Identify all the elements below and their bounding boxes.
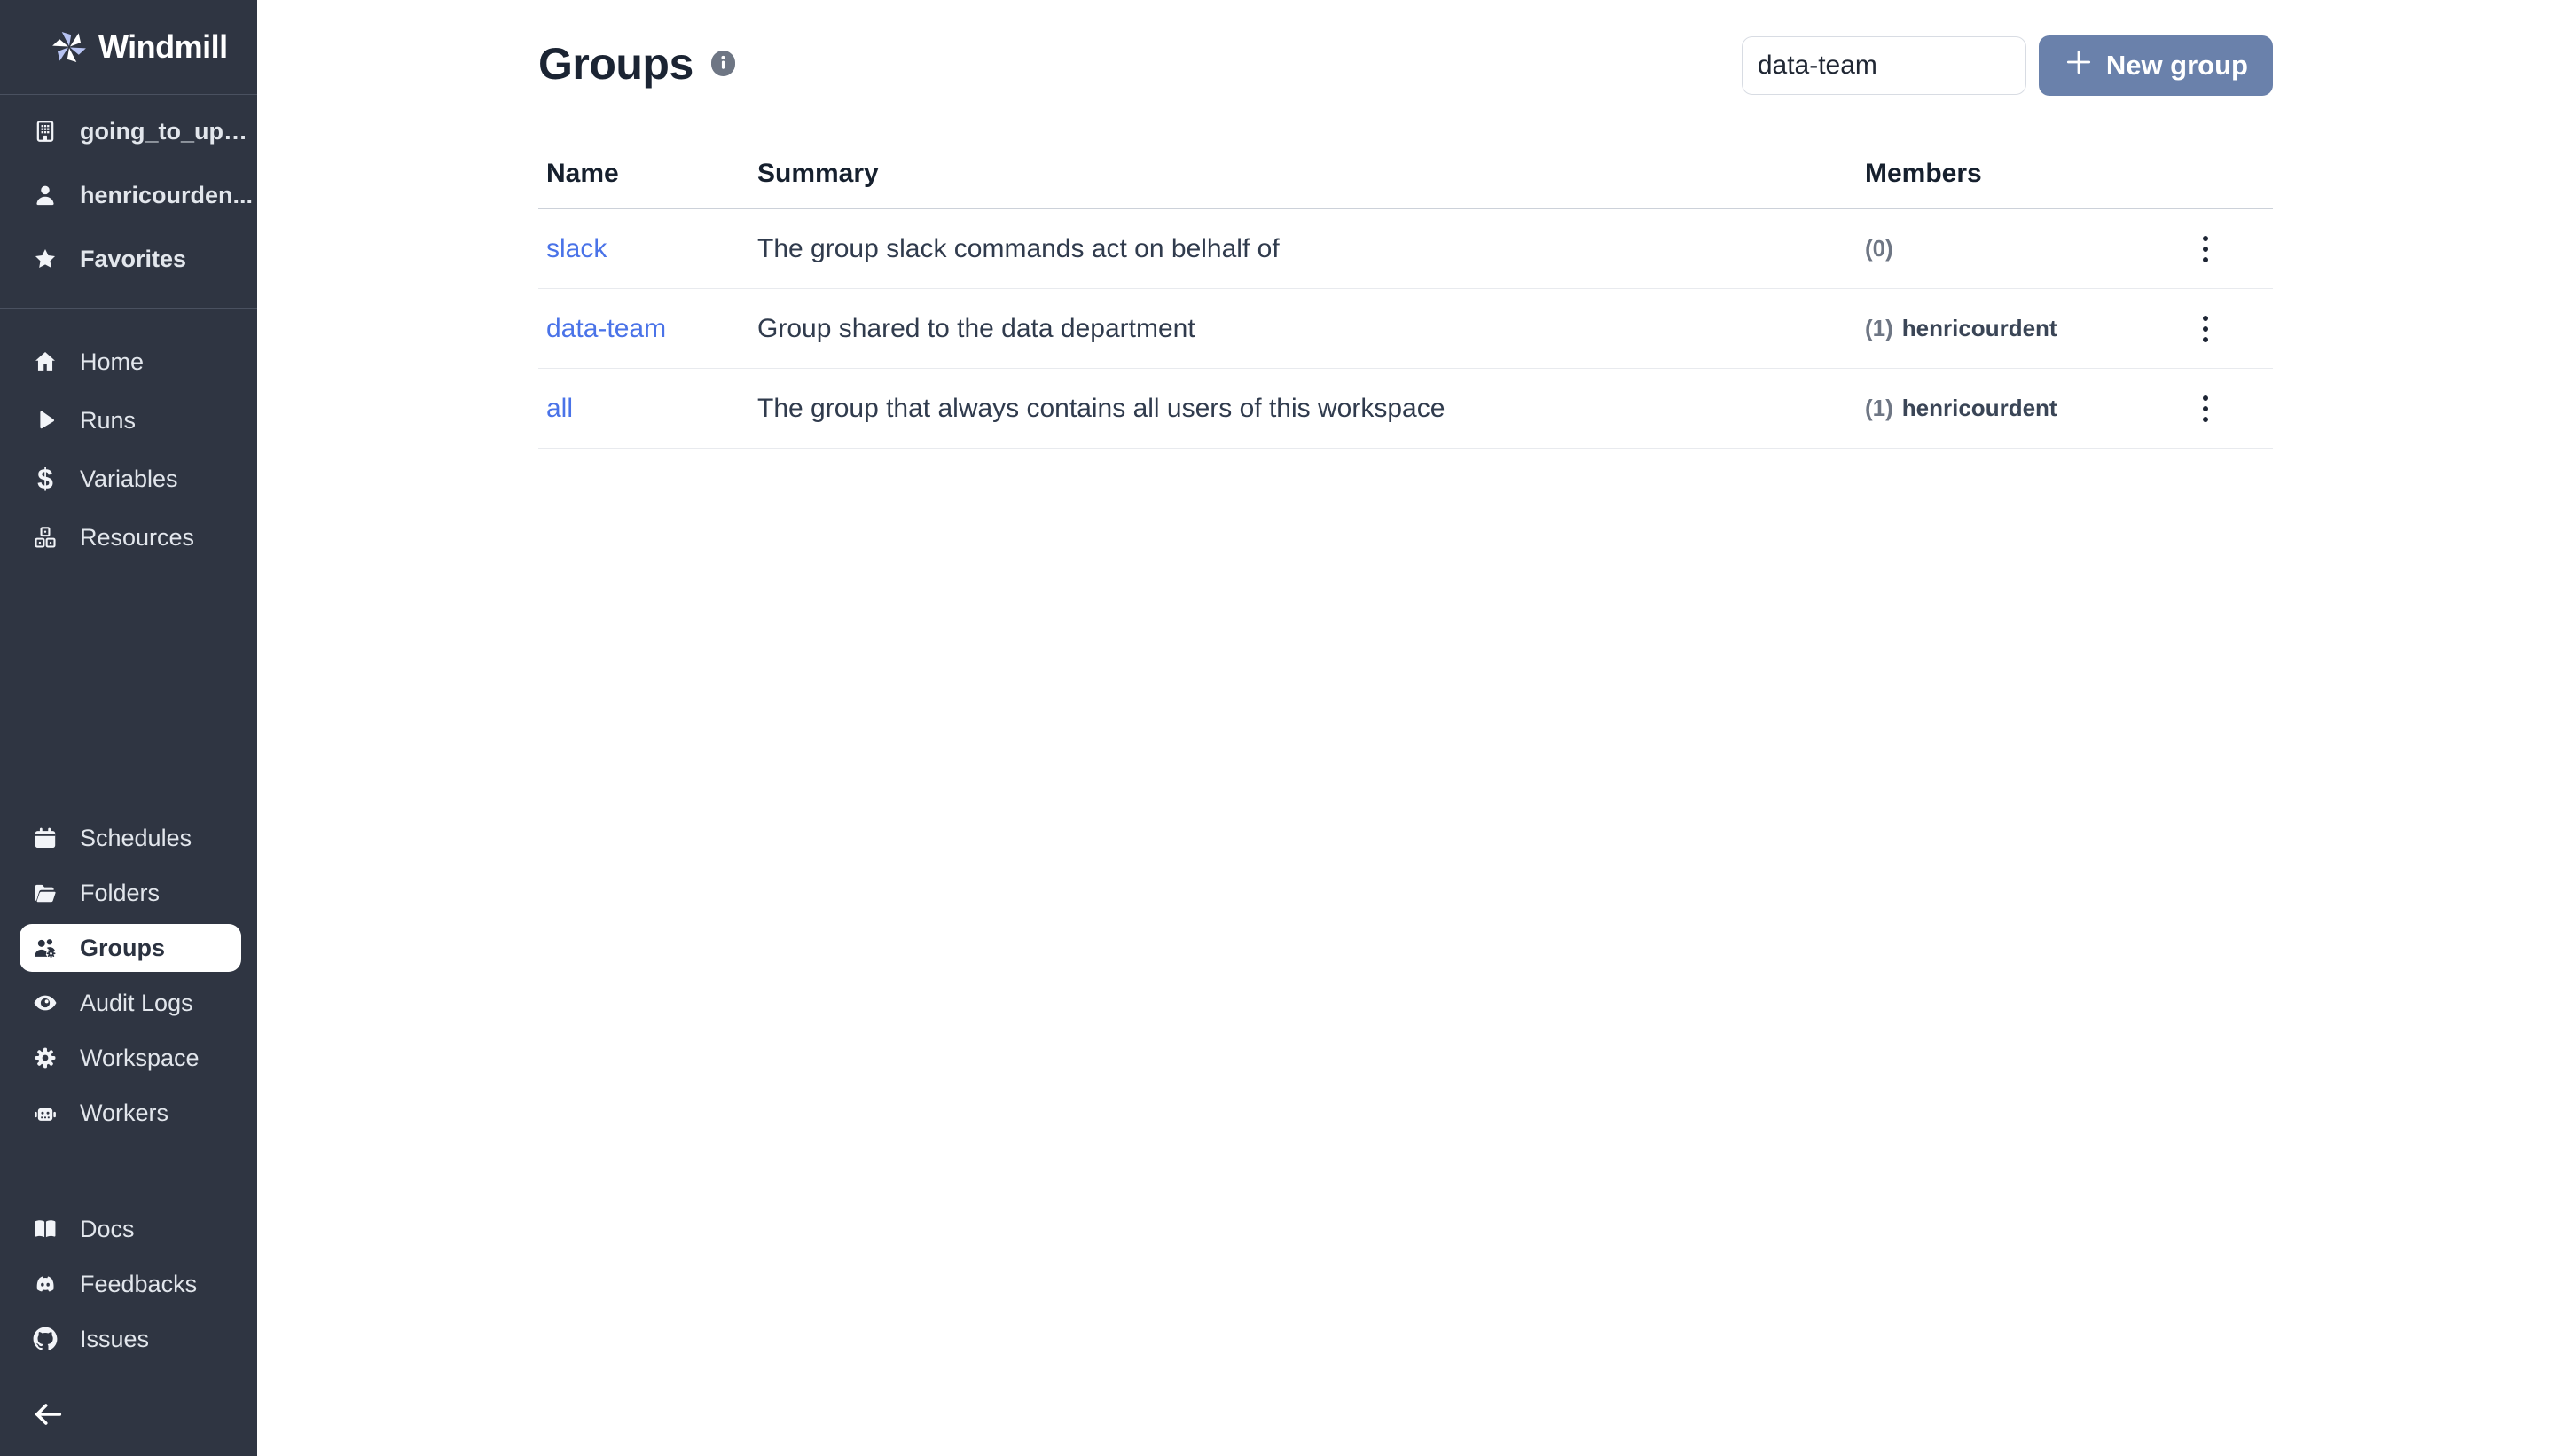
table-header: Name Summary Members xyxy=(538,138,2273,209)
building-icon xyxy=(32,118,59,145)
members-count: (0) xyxy=(1865,235,1893,262)
row-menu-button[interactable] xyxy=(2181,224,2230,274)
sidebar-item-folders[interactable]: Folders xyxy=(0,865,257,920)
collapse-sidebar-button[interactable] xyxy=(23,1389,73,1442)
groups-table: Name Summary Members slack The group sla… xyxy=(538,138,2273,449)
robot-icon xyxy=(32,1100,59,1126)
kebab-icon xyxy=(2203,236,2208,262)
sidebar-help-nav: Docs Feedbacks Issues xyxy=(0,1202,257,1366)
kebab-icon xyxy=(2203,316,2208,342)
sidebar-item-variables[interactable]: $ Variables xyxy=(0,450,257,508)
book-open-icon xyxy=(32,1216,59,1242)
table-row: slack The group slack commands act on be… xyxy=(538,209,2273,289)
sidebar-item-resources[interactable]: Resources xyxy=(0,508,257,567)
user-icon xyxy=(32,182,59,208)
new-group-button[interactable]: New group xyxy=(2039,35,2273,96)
members-names: henricourdent xyxy=(1902,315,2057,341)
column-header-summary: Summary xyxy=(757,159,1865,189)
home-icon xyxy=(32,348,59,375)
workspace-name: going_to_upg... xyxy=(80,118,257,145)
group-summary: The group that always contains all users… xyxy=(757,394,1865,424)
boxes-icon xyxy=(32,524,59,551)
star-icon xyxy=(32,246,59,272)
sidebar-item-issues[interactable]: Issues xyxy=(0,1311,257,1366)
sidebar-item-audit-logs[interactable]: Audit Logs xyxy=(0,975,257,1030)
kebab-icon xyxy=(2203,395,2208,422)
users-cog-icon xyxy=(32,935,59,961)
group-link[interactable]: slack xyxy=(546,234,607,263)
arrow-left-icon xyxy=(30,1397,66,1435)
sidebar-item-docs[interactable]: Docs xyxy=(0,1202,257,1256)
sidebar: Windmill going_to_upg... henricourden...… xyxy=(0,0,257,1456)
gear-icon xyxy=(32,1045,59,1071)
sidebar-item-workspace-switcher[interactable]: going_to_upg... xyxy=(0,99,257,163)
discord-icon xyxy=(32,1271,59,1297)
page-header: Groups xyxy=(538,32,735,96)
eye-icon xyxy=(32,990,59,1016)
github-icon xyxy=(32,1326,59,1352)
sidebar-item-feedbacks[interactable]: Feedbacks xyxy=(0,1256,257,1311)
group-members: (1) henricourdent xyxy=(1865,315,2137,342)
page-title: Groups xyxy=(538,38,693,90)
sidebar-main-nav: Home Runs $ Variables Resources xyxy=(0,333,257,567)
members-names: henricourdent xyxy=(1902,395,2057,421)
sidebar-item-runs[interactable]: Runs xyxy=(0,391,257,450)
calendar-icon xyxy=(32,825,59,851)
group-summary: The group slack commands act on belhalf … xyxy=(757,234,1865,264)
sidebar-item-schedules[interactable]: Schedules xyxy=(0,810,257,865)
group-link[interactable]: data-team xyxy=(546,314,666,343)
group-summary: Group shared to the data department xyxy=(757,314,1865,344)
table-row: data-team Group shared to the data depar… xyxy=(538,289,2273,369)
info-button[interactable] xyxy=(711,52,735,76)
info-icon xyxy=(711,51,735,77)
user-name: henricourden... xyxy=(80,182,253,209)
plus-icon xyxy=(2064,47,2094,84)
sidebar-item-workspace-settings[interactable]: Workspace xyxy=(0,1030,257,1085)
app-name: Windmill xyxy=(98,28,228,66)
main-content: Groups New group Name Summary Members sl… xyxy=(257,0,2554,1456)
group-link[interactable]: all xyxy=(546,394,573,423)
column-header-name: Name xyxy=(538,159,757,189)
column-header-members: Members xyxy=(1865,159,2137,189)
sidebar-item-home[interactable]: Home xyxy=(0,333,257,391)
members-count: (1) xyxy=(1865,315,1893,341)
toolbar: New group xyxy=(1742,34,2273,98)
windmill-logo-icon xyxy=(50,27,89,67)
members-count: (1) xyxy=(1865,395,1893,421)
sidebar-workspace-section: going_to_upg... henricourden... Favorite… xyxy=(0,95,257,309)
sidebar-footer xyxy=(0,1374,257,1456)
group-members: (0) xyxy=(1865,235,2137,262)
sidebar-item-workers[interactable]: Workers xyxy=(0,1085,257,1140)
row-menu-button[interactable] xyxy=(2181,304,2230,354)
row-menu-button[interactable] xyxy=(2181,384,2230,434)
new-group-button-label: New group xyxy=(2106,50,2248,82)
play-icon xyxy=(32,407,59,434)
sidebar-item-groups[interactable]: Groups xyxy=(20,924,241,972)
group-name-input[interactable] xyxy=(1742,36,2026,95)
folder-open-icon xyxy=(32,880,59,906)
sidebar-item-user-menu[interactable]: henricourden... xyxy=(0,163,257,227)
table-row: all The group that always contains all u… xyxy=(538,369,2273,449)
group-members: (1) henricourdent xyxy=(1865,395,2137,422)
sidebar-item-favorites[interactable]: Favorites xyxy=(0,227,257,291)
sidebar-admin-nav: Schedules Folders Groups Audit Logs Work… xyxy=(0,810,257,1140)
dollar-icon: $ xyxy=(32,466,59,492)
app-logo[interactable]: Windmill xyxy=(0,0,257,95)
